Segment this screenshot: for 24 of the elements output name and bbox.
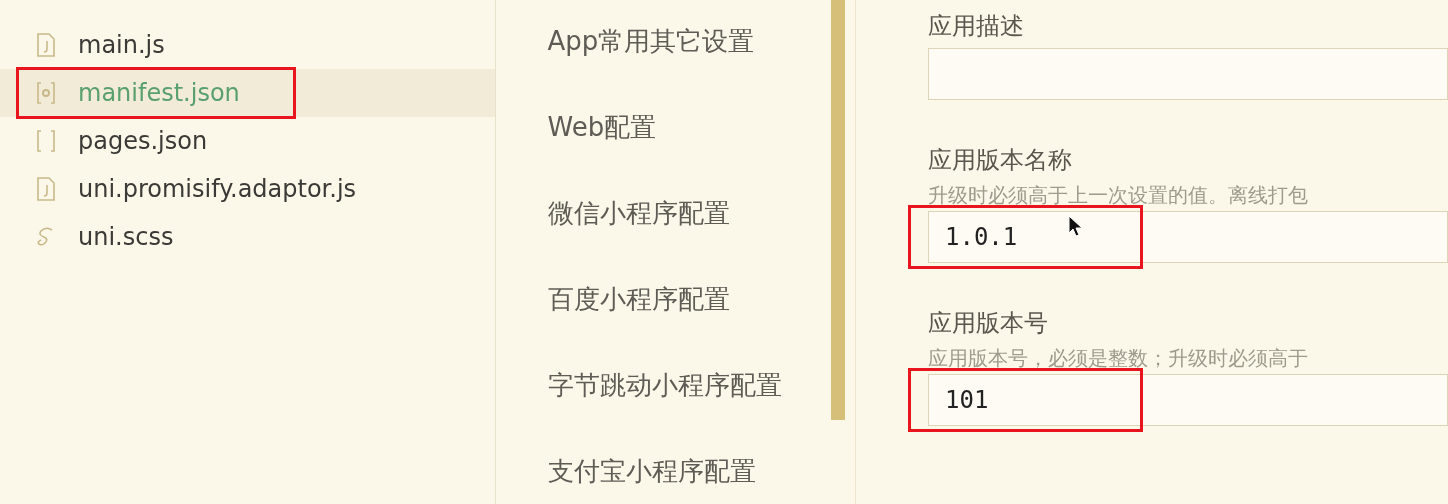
pointer-icon [1068,215,1082,237]
field-hint: 应用版本号，必须是整数；升级时必须高于 [928,345,1309,372]
scrollbar-thumb[interactable] [831,0,845,420]
file-item[interactable]: pages.json [0,117,495,165]
settings-nav-item[interactable]: 微信小程序配置 [547,196,831,282]
text-field[interactable]: 1.0.1 [928,211,1448,263]
text-field[interactable]: 101 [928,374,1448,426]
field-label: 应用版本名称 [928,145,1073,176]
gear-file-icon [36,81,56,105]
file-icon [36,33,56,57]
file-item[interactable]: uni.promisify.adaptor.js [0,165,495,213]
settings-nav-item[interactable]: Web配置 [547,110,831,196]
settings-nav-item[interactable]: App常用其它设置 [547,24,831,110]
field-label: 应用描述 [928,11,1025,42]
settings-nav-item[interactable]: 百度小程序配置 [547,282,831,368]
settings-nav-item[interactable]: 支付宝小程序配置 [547,454,831,504]
brackets-icon [36,129,56,153]
field-label: 应用版本号 [928,308,1049,339]
settings-nav-item[interactable]: 字节跳动小程序配置 [547,368,831,454]
field-hint: 升级时必须高于上一次设置的值。离线打包 [928,182,1309,209]
file-icon [36,177,56,201]
file-item[interactable]: main.js [0,21,495,69]
file-item[interactable]: uni.scss [0,213,495,261]
text-field[interactable] [928,48,1448,100]
